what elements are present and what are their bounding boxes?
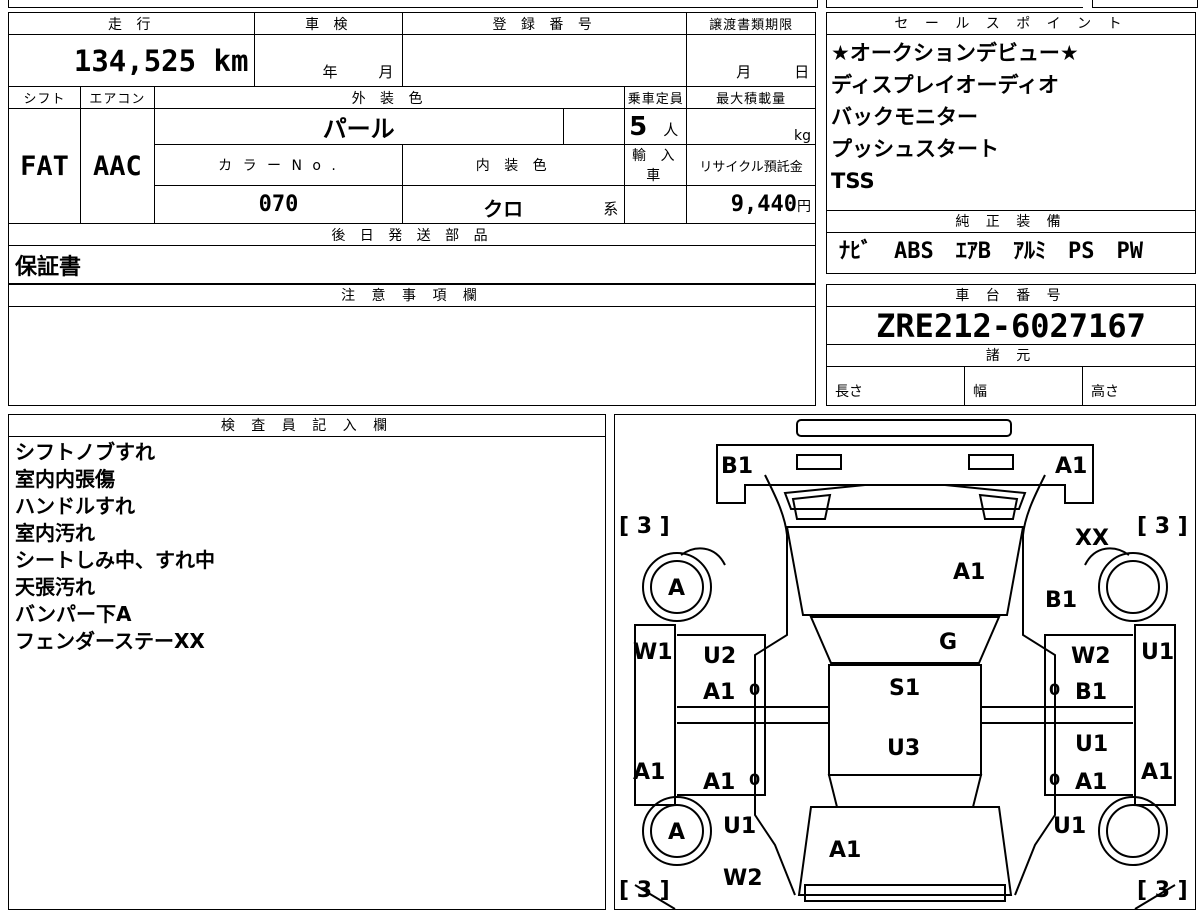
damage-diagram-box: [ 3 ] [ 3 ] [ 3 ] [ 3 ] B1 A1 XX A1 B1 A… — [614, 414, 1196, 910]
front-right-mark: A1 — [1055, 454, 1087, 479]
w2-right-mark: W2 — [1071, 644, 1111, 669]
transfer-deadline-value: 月日 — [686, 34, 816, 87]
import-label: 輸 入 車 — [624, 144, 688, 186]
w2-bottom-mark: W2 — [723, 866, 763, 891]
inspection-date: 年月 — [254, 34, 404, 87]
chassis-number: ZRE212-6027167 — [827, 307, 1195, 345]
zero-mark: 0 — [749, 770, 760, 789]
exterior-color-extra — [562, 108, 626, 145]
u1-rear-right-door-mark: U1 — [1075, 732, 1108, 757]
registration-value — [402, 34, 688, 87]
aircon-label: エアコン — [79, 86, 155, 109]
specs-header: 諸 元 — [827, 345, 1195, 367]
vehicle-info-grid: 走 行 車 検 登 録 番 号 譲渡書類期限 134,525 km 年月 月日 … — [7, 12, 816, 284]
transfer-deadline-label: 譲渡書類期限 — [686, 12, 816, 35]
sales-point-item: プッシュスタート — [831, 137, 999, 161]
sales-points-list: ★オークションデビュー★ ディスプレイオーディオ バックモニター プッシュスター… — [827, 35, 1195, 211]
width-label: 幅 — [965, 367, 1083, 405]
inspector-box: 検 査 員 記 入 欄 シフトノブすれ 室内内張傷 ハンドルすれ 室内汚れ シー… — [8, 414, 606, 910]
inspector-header: 検 査 員 記 入 欄 — [9, 415, 605, 437]
u1-right-rear-mark: U1 — [1053, 814, 1086, 839]
equipment-header: 純 正 装 備 — [827, 211, 1195, 233]
fender-right-mark: B1 — [1045, 588, 1077, 613]
sales-points-header: セ ー ル ス ポ イ ン ト — [827, 13, 1195, 35]
inspector-lines: シフトノブすれ 室内内張傷 ハンドルすれ 室内汚れ シートしみ中、すれ中 天張汚… — [9, 437, 605, 655]
top-cutoff-strip — [0, 0, 1200, 8]
inspector-line: シフトノブすれ — [15, 440, 155, 464]
chassis-header: 車 台 番 号 — [827, 285, 1195, 307]
notes-box: 注 意 事 項 欄 — [8, 284, 816, 406]
a1-right-panel-mark: A1 — [1141, 760, 1173, 785]
a1-rear-right-door-mark: A1 — [1075, 770, 1107, 795]
sales-point-item: ディスプレイオーディオ — [831, 73, 1060, 97]
max-load-label: 最大積載量 — [686, 86, 816, 109]
u3-mark: U3 — [887, 736, 920, 761]
a1-left-panel-mark: A1 — [633, 760, 665, 785]
length-label: 長さ — [827, 367, 965, 405]
u2-mark: U2 — [703, 644, 736, 669]
notes-header: 注 意 事 項 欄 — [9, 285, 815, 307]
inspector-line: 天張汚れ — [15, 575, 95, 599]
inspector-line: バンパー下A — [15, 602, 132, 626]
import-value — [624, 185, 688, 224]
car-diagram: [ 3 ] [ 3 ] [ 3 ] [ 3 ] B1 A1 XX A1 B1 A… — [619, 419, 1188, 909]
recycle-label: リサイクル預託金 — [686, 144, 816, 186]
roof-mark: S1 — [889, 676, 920, 701]
inspector-line: 室内汚れ — [15, 521, 95, 545]
chassis-box: 車 台 番 号 ZRE212-6027167 諸 元 長さ 幅 高さ — [826, 284, 1196, 406]
inspection-label: 車 検 — [254, 12, 404, 35]
sales-point-item: TSS — [831, 169, 875, 193]
b1-front-right-door-mark: B1 — [1075, 680, 1107, 705]
height-label: 高さ — [1091, 384, 1119, 400]
specs-row: 長さ 幅 高さ — [827, 367, 1195, 405]
sales-point-item: ★オークションデビュー★ — [831, 41, 1079, 65]
exterior-color-label: 外 装 色 — [153, 86, 626, 109]
wheel-rear-left-mark: A — [668, 820, 685, 845]
interior-color-label: 内 装 色 — [402, 144, 626, 186]
aircon-value: AAC — [79, 108, 155, 224]
color-no-label: カ ラ ー N o . — [153, 144, 404, 186]
interior-color-value: クロ 系 — [402, 185, 626, 224]
color-no-value: 070 — [153, 185, 404, 224]
later-parts-label: 後 日 発 送 部 品 — [8, 223, 816, 246]
hood-mark: A1 — [953, 560, 985, 585]
bracket-bottom-right: [ 3 ] — [1137, 878, 1188, 903]
sales-points-box: セ ー ル ス ポ イ ン ト ★オークションデビュー★ ディスプレイオーディオ… — [826, 12, 1196, 274]
capacity-label: 乗車定員 — [624, 86, 688, 109]
zero-mark: 0 — [1049, 680, 1060, 699]
recycle-value: 9,440円 — [686, 185, 816, 224]
wheel-front-left-mark: A — [668, 576, 685, 601]
equipment-value: ﾅﾋﾞ ABS ｴｱB ｱﾙﾐ PS PW — [839, 239, 1143, 264]
bracket-top-left: [ 3 ] — [619, 514, 670, 539]
windshield-mark: G — [939, 630, 957, 655]
a1-rear-left-door-mark: A1 — [703, 770, 735, 795]
shift-label: シフト — [8, 86, 81, 109]
registration-label: 登 録 番 号 — [402, 12, 688, 35]
u1-right-mark: U1 — [1141, 640, 1174, 665]
max-load-value: kg — [686, 108, 816, 145]
inspector-line: 室内内張傷 — [15, 467, 115, 491]
trunk-mark: A1 — [829, 838, 861, 863]
exterior-color-value: パール — [153, 108, 564, 145]
bracket-bottom-left: [ 3 ] — [619, 878, 670, 903]
inspector-line: シートしみ中、すれ中 — [15, 548, 215, 572]
mileage-label: 走 行 — [7, 12, 256, 35]
zero-mark: 0 — [1049, 770, 1060, 789]
sales-point-item: バックモニター — [831, 105, 978, 129]
shift-value: FAT — [8, 108, 81, 224]
a1-front-left-door-mark: A1 — [703, 680, 735, 705]
bracket-top-right: [ 3 ] — [1137, 514, 1188, 539]
mileage-value: 134,525 km — [7, 34, 256, 87]
zero-mark: 0 — [749, 680, 760, 699]
w1-mark: W1 — [633, 640, 673, 665]
u1-left-rear-mark: U1 — [723, 814, 756, 839]
later-parts-value: 保証書 — [8, 245, 816, 284]
inspector-line: ハンドルすれ — [15, 494, 135, 518]
capacity-value: 5人 — [624, 108, 688, 145]
inspector-line: フェンダーステーXX — [15, 629, 205, 653]
front-left-mark: B1 — [721, 454, 753, 479]
xx-mark: XX — [1075, 526, 1109, 551]
